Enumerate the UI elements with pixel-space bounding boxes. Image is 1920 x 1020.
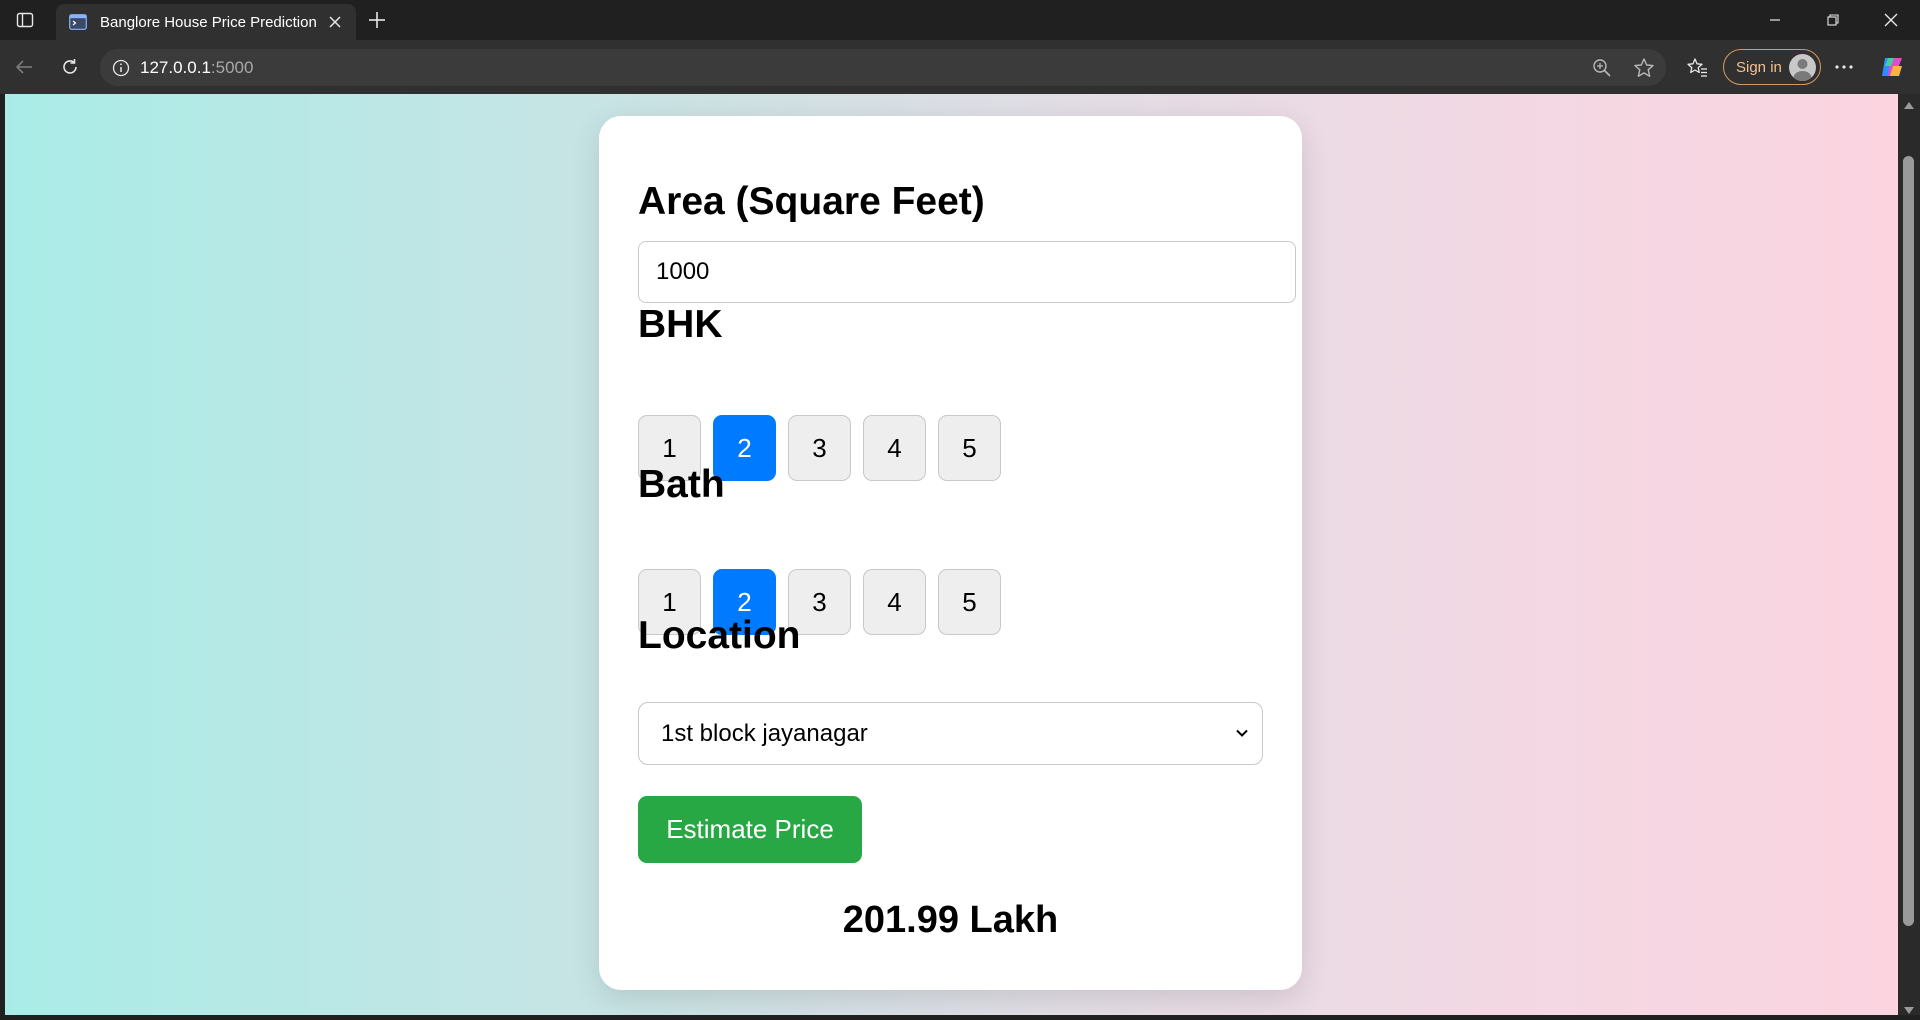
window-bottom-edge [0,1015,1920,1020]
estimate-price-button[interactable]: Estimate Price [638,796,862,863]
area-label: Area (Square Feet) [638,180,985,223]
close-icon [1884,13,1898,27]
restore-button[interactable] [1804,0,1862,40]
copilot-button[interactable] [1874,49,1910,85]
bhk-label: BHK [638,303,723,346]
avatar [1789,54,1816,81]
favorites-button[interactable] [1679,49,1715,85]
back-button[interactable] [6,49,42,85]
zoom-icon [1593,59,1611,77]
location-label: Location [638,614,801,657]
location-select[interactable]: 1st block jayanagar [638,702,1263,765]
chevron-down-icon [1236,729,1248,737]
sign-in-button[interactable]: Sign in [1723,49,1821,85]
bhk-option-3[interactable]: 3 [788,415,851,481]
window-controls [1746,0,1920,40]
active-tab[interactable]: Banglore House Price Prediction [56,4,356,40]
copilot-icon [1882,58,1902,76]
bhk-option-4[interactable]: 4 [863,415,926,481]
tab-title: Banglore House Price Prediction [100,13,317,31]
bhk-option-5[interactable]: 5 [938,415,1001,481]
star-icon [1634,58,1654,77]
reload-button[interactable] [52,49,88,85]
tab-close-button[interactable] [324,11,346,33]
minimize-button[interactable] [1746,0,1804,40]
page-viewport: Area (Square Feet) BHK 1 2 3 4 5 Bath 1 … [5,94,1898,1015]
area-input[interactable] [638,241,1296,303]
location-selected-value: 1st block jayanagar [661,719,868,747]
reload-icon [63,59,77,74]
scroll-down-arrow-icon[interactable] [1904,1007,1914,1014]
favorite-button[interactable] [1630,54,1658,82]
prediction-form-card: Area (Square Feet) BHK 1 2 3 4 5 Bath 1 … [599,116,1302,990]
sign-in-label: Sign in [1736,58,1782,76]
bath-option-4[interactable]: 4 [863,569,926,635]
url-port: :5000 [210,57,254,77]
scroll-up-arrow-icon[interactable] [1904,102,1914,109]
address-bar[interactable]: 127.0.0.1:5000 [100,49,1666,86]
sidebar-toggle-icon [16,12,34,28]
browser-toolbar: 127.0.0.1:5000 Sign in [0,40,1920,94]
zoom-button[interactable] [1588,54,1616,82]
page-scrollbar[interactable] [1898,94,1920,1020]
more-icon [1835,65,1853,69]
more-menu-button[interactable] [1826,49,1862,85]
url-text: 127.0.0.1:5000 [140,58,253,78]
close-icon [329,16,341,28]
info-icon[interactable] [112,59,130,77]
bath-label: Bath [638,463,725,506]
tab-actions-button[interactable] [10,6,40,34]
scrollbar-thumb[interactable] [1903,156,1914,926]
browser-title-bar: Banglore House Price Prediction [0,0,1920,40]
url-host: 127.0.0.1 [140,57,211,77]
new-tab-button[interactable] [362,6,392,34]
back-arrow-icon [15,60,32,74]
close-window-button[interactable] [1862,0,1920,40]
favorites-icon [1687,58,1707,77]
minimize-icon [1770,19,1780,21]
estimated-price-result: 201.99 Lakh [842,899,1059,941]
person-icon [1793,59,1812,81]
bath-option-5[interactable]: 5 [938,569,1001,635]
restore-icon [1827,14,1839,26]
plus-icon [369,12,385,28]
terminal-favicon-icon [68,12,88,32]
